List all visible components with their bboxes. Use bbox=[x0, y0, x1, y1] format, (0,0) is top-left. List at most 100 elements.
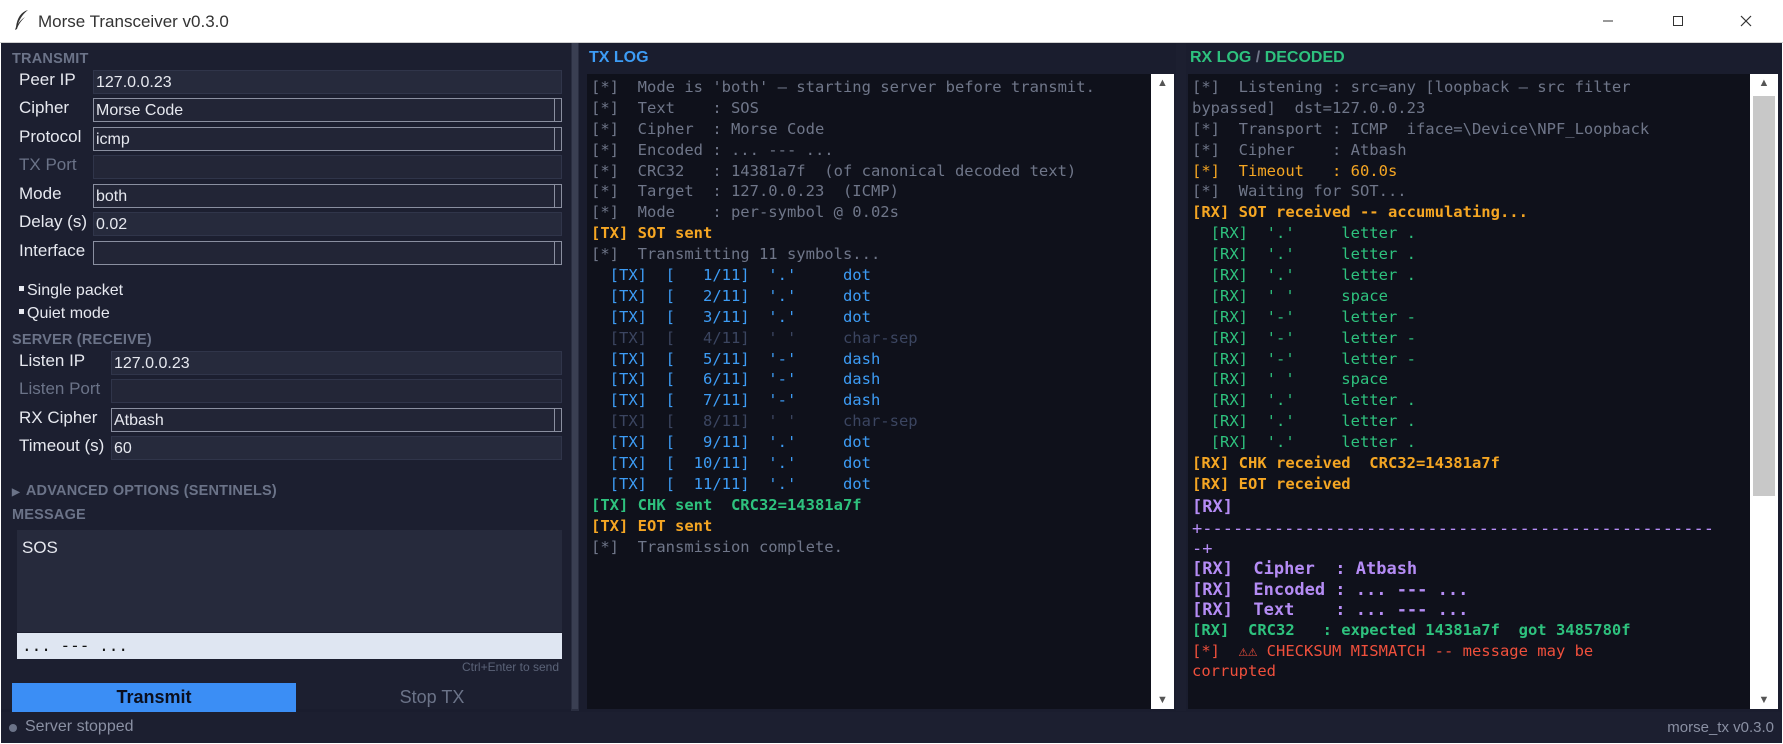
scroll-up-icon[interactable]: ▲ bbox=[1151, 74, 1174, 92]
rx-log: [*] Listening : src=any [loopback — src … bbox=[1188, 74, 1750, 709]
log-line: [TX] [ 11/11] '.' dot bbox=[591, 474, 871, 493]
rx-log-scrollbar[interactable]: ▲ ▼ bbox=[1750, 74, 1778, 709]
app-body: TRANSMIT Peer IP 127.0.0.23 Cipher Morse… bbox=[1, 43, 1782, 743]
panel-splitter[interactable] bbox=[571, 43, 579, 711]
decoded-line: [RX] CRC32 : expected 14381a7f got 34857… bbox=[1192, 621, 1631, 640]
window-title: Morse Transceiver v0.3.0 bbox=[38, 12, 229, 31]
dropdown-arrow-icon bbox=[554, 128, 561, 150]
log-line: [*] Encoded : ... --- ... bbox=[591, 140, 834, 159]
log-line: [*] Waiting for SOT... bbox=[1192, 182, 1407, 201]
listen-port-label: Listen Port bbox=[19, 379, 101, 398]
log-line: [TX] [ 9/11] '.' dot bbox=[591, 433, 871, 452]
decoded-line: -+ bbox=[1192, 539, 1213, 560]
dropdown-arrow-icon bbox=[554, 99, 561, 121]
tx-log: [*] Mode is 'both' — starting server bef… bbox=[587, 74, 1151, 709]
log-line: [RX] ' ' space bbox=[1192, 286, 1388, 305]
log-line: [TX] EOT sent bbox=[591, 516, 713, 535]
transmit-section-title: TRANSMIT bbox=[12, 51, 89, 67]
decoded-line: [RX] bbox=[1192, 496, 1233, 517]
checkbox-icon bbox=[19, 286, 24, 292]
decoded-line: corrupted bbox=[1192, 661, 1276, 680]
scroll-up-icon[interactable]: ▲ bbox=[1750, 74, 1778, 92]
delay-input[interactable]: 0.02 bbox=[93, 212, 562, 236]
log-line: [*] Cipher : Atbash bbox=[1192, 140, 1407, 159]
scroll-down-icon[interactable]: ▼ bbox=[1750, 691, 1778, 709]
log-line: [RX] '.' letter . bbox=[1192, 412, 1416, 431]
protocol-select[interactable]: icmp bbox=[93, 127, 562, 151]
cipher-value: Morse Code bbox=[96, 102, 184, 119]
log-line: [*] Cipher : Morse Code bbox=[591, 119, 825, 138]
dropdown-arrow-icon bbox=[554, 409, 561, 431]
scroll-down-icon[interactable]: ▼ bbox=[1151, 691, 1174, 709]
mode-value: both bbox=[96, 188, 128, 205]
minimize-icon bbox=[1603, 20, 1613, 22]
advanced-options-toggle[interactable]: ▶ ADVANCED OPTIONS (SENTINELS) bbox=[12, 483, 277, 499]
log-line: [TX] [ 1/11] '.' dot bbox=[591, 266, 871, 285]
quiet-mode-checkbox[interactable]: Quiet mode bbox=[19, 305, 110, 323]
single-packet-label: Single packet bbox=[27, 282, 124, 299]
rx-log-title-main: RX LOG bbox=[1190, 49, 1252, 66]
log-line: bypassed] dst=127.0.0.23 bbox=[1192, 98, 1426, 117]
listen-port-input[interactable] bbox=[111, 379, 562, 403]
version-label: morse_tx v0.3.0 bbox=[1667, 719, 1774, 736]
tx-port-label: TX Port bbox=[19, 155, 77, 174]
log-line: [*] Mode : per-symbol @ 0.02s bbox=[591, 203, 899, 222]
cipher-label: Cipher bbox=[19, 98, 70, 117]
peer-ip-label: Peer IP bbox=[19, 70, 76, 89]
message-input[interactable]: SOS bbox=[17, 530, 562, 632]
interface-label: Interface bbox=[19, 241, 86, 260]
log-line: [TX] [ 8/11] ' ' char-sep bbox=[591, 412, 918, 431]
maximize-icon bbox=[1673, 16, 1683, 26]
cipher-select[interactable]: Morse Code bbox=[93, 98, 562, 122]
log-line: [TX] SOT sent bbox=[591, 224, 713, 243]
splitter-handle[interactable] bbox=[572, 43, 578, 709]
quiet-mode-label: Quiet mode bbox=[27, 305, 110, 322]
transmit-button[interactable]: Transmit bbox=[12, 683, 296, 712]
mode-select[interactable]: both bbox=[93, 184, 562, 208]
log-line: [TX] CHK sent CRC32=14381a7f bbox=[591, 495, 862, 514]
close-icon bbox=[1740, 15, 1752, 27]
interface-select[interactable] bbox=[93, 241, 562, 265]
rx-cipher-select[interactable]: Atbash bbox=[111, 408, 562, 432]
scrollbar-thumb[interactable] bbox=[1753, 96, 1775, 496]
maximize-button[interactable] bbox=[1648, 4, 1708, 38]
listen-ip-input[interactable]: 127.0.0.23 bbox=[111, 351, 562, 375]
rx-cipher-value: Atbash bbox=[114, 412, 164, 429]
peer-ip-input[interactable]: 127.0.0.23 bbox=[93, 70, 562, 94]
log-line: [*] Target : 127.0.0.23 (ICMP) bbox=[591, 182, 899, 201]
close-button[interactable] bbox=[1716, 4, 1776, 38]
log-line: [RX] '-' letter - bbox=[1192, 328, 1416, 347]
protocol-label: Protocol bbox=[19, 127, 82, 146]
log-splitter[interactable] bbox=[1176, 43, 1186, 711]
minimize-button[interactable] bbox=[1578, 4, 1638, 38]
checkbox-icon bbox=[19, 309, 24, 315]
log-line: [TX] [ 7/11] '-' dash bbox=[591, 391, 881, 410]
log-line: [RX] '.' letter . bbox=[1192, 391, 1416, 410]
log-line: [*] Transport : ICMP iface=\Device\NPF_L… bbox=[1192, 119, 1650, 138]
send-shortcut-hint: Ctrl+Enter to send bbox=[461, 660, 559, 674]
tx-port-input[interactable] bbox=[93, 155, 562, 179]
rx-cipher-label: RX Cipher bbox=[19, 408, 98, 427]
log-line: [*] Listening : src=any [loopback — src … bbox=[1192, 78, 1631, 96]
tx-log-title: TX LOG bbox=[589, 49, 649, 66]
log-line: [TX] [ 5/11] '-' dash bbox=[591, 349, 881, 368]
log-line: [TX] [ 2/11] '.' dot bbox=[591, 286, 871, 305]
decoded-block: [RX] +-----------------------------------… bbox=[1192, 495, 1750, 681]
log-line: [*] Transmission complete. bbox=[591, 537, 843, 556]
log-line: [RX] '-' letter - bbox=[1192, 349, 1416, 368]
feather-icon bbox=[15, 10, 28, 30]
timeout-input[interactable]: 60 bbox=[111, 436, 562, 460]
tx-log-scrollbar[interactable]: ▲ ▼ bbox=[1151, 74, 1174, 709]
single-packet-checkbox[interactable]: Single packet bbox=[19, 282, 123, 300]
stop-tx-button[interactable]: Stop TX bbox=[297, 683, 567, 712]
log-line: [*] Mode is 'both' — starting server bef… bbox=[591, 78, 1095, 96]
control-panel: TRANSMIT Peer IP 127.0.0.23 Cipher Morse… bbox=[1, 43, 571, 712]
decoded-line: +---------------------------------------… bbox=[1192, 518, 1714, 539]
dropdown-arrow-icon bbox=[554, 185, 561, 207]
title-bar: Morse Transceiver v0.3.0 bbox=[0, 0, 1783, 43]
server-section-title: SERVER (RECEIVE) bbox=[12, 332, 152, 348]
log-line: [RX] '.' letter . bbox=[1192, 224, 1416, 243]
decoded-line: [RX] Cipher : Atbash bbox=[1192, 559, 1418, 580]
delay-label: Delay (s) bbox=[19, 212, 88, 231]
log-line: [TX] [ 6/11] '-' dash bbox=[591, 370, 881, 389]
